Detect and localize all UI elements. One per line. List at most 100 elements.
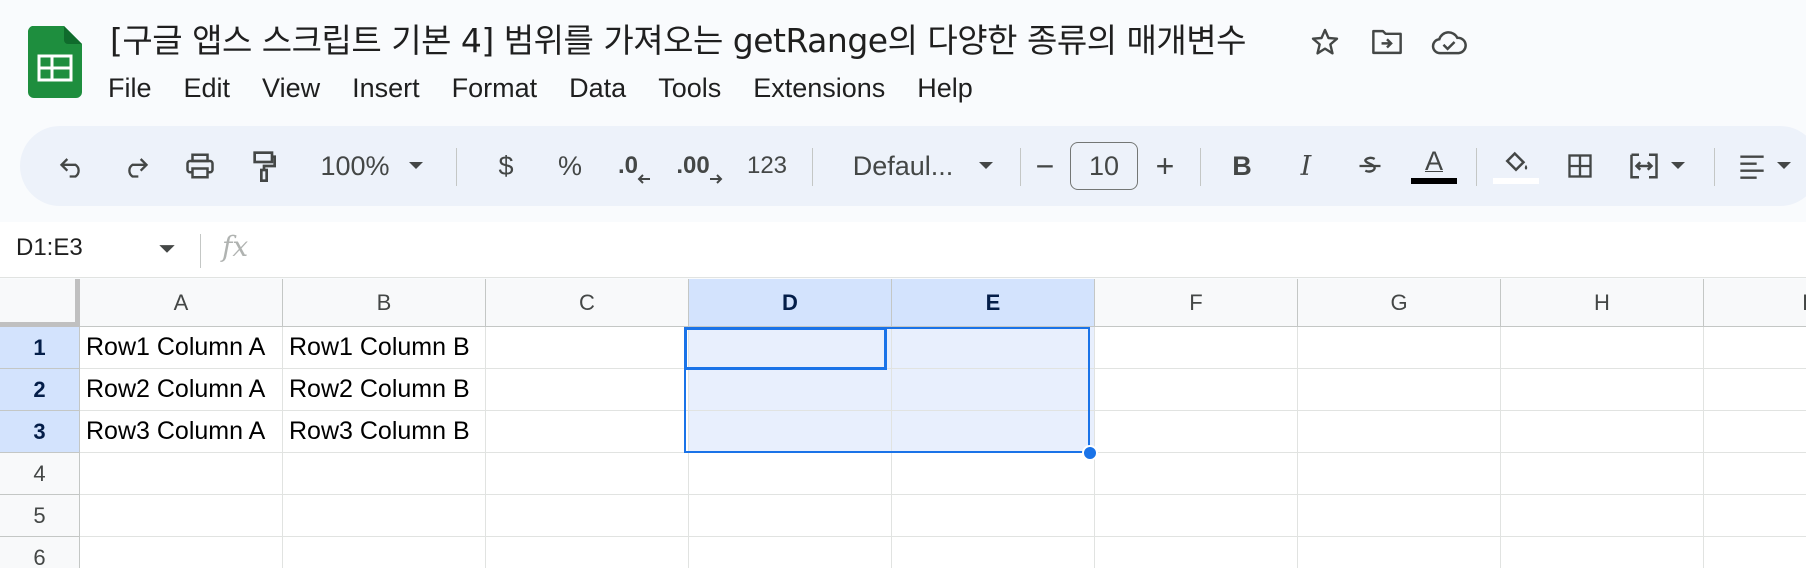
more-formats-button[interactable]: 123 bbox=[732, 126, 802, 206]
cloud-saved-icon[interactable] bbox=[1429, 22, 1469, 62]
menu-insert[interactable]: Insert bbox=[336, 68, 436, 108]
document-title[interactable]: [구글 앱스 스크립트 기본 4] 범위를 가져오는 getRange의 다양한… bbox=[110, 14, 1247, 62]
decrease-decimal-button[interactable]: .0 bbox=[610, 126, 660, 206]
move-folder-icon[interactable] bbox=[1367, 22, 1407, 62]
percent-format-button[interactable]: % bbox=[548, 126, 592, 206]
zoom-select[interactable]: 100% bbox=[310, 126, 400, 206]
currency-format-button[interactable]: $ bbox=[484, 126, 528, 206]
cell[interactable] bbox=[1704, 327, 1806, 369]
cell[interactable] bbox=[486, 537, 689, 568]
column-header[interactable]: G bbox=[1298, 279, 1501, 327]
cell[interactable] bbox=[892, 537, 1095, 568]
borders-icon[interactable] bbox=[1558, 126, 1602, 206]
cell[interactable] bbox=[1298, 327, 1501, 369]
column-header[interactable]: A bbox=[80, 279, 283, 327]
cell[interactable]: Row3 Column A bbox=[80, 411, 283, 453]
menu-view[interactable]: View bbox=[246, 68, 336, 108]
row-header[interactable]: 5 bbox=[0, 495, 80, 537]
merge-cells-icon[interactable] bbox=[1622, 126, 1666, 206]
font-family-select[interactable]: Defaul... bbox=[828, 126, 978, 206]
cell[interactable] bbox=[689, 327, 892, 369]
menu-edit[interactable]: Edit bbox=[168, 68, 247, 108]
cell[interactable] bbox=[892, 411, 1095, 453]
cell[interactable] bbox=[689, 537, 892, 568]
cell[interactable] bbox=[1095, 369, 1298, 411]
name-box[interactable]: D1:E3 bbox=[16, 234, 83, 262]
merge-chevron-down-icon[interactable] bbox=[1666, 126, 1690, 206]
column-header[interactable]: I bbox=[1704, 279, 1806, 327]
sheets-logo-icon[interactable] bbox=[27, 26, 83, 98]
column-header[interactable]: E bbox=[892, 279, 1095, 327]
select-all-corner[interactable] bbox=[0, 279, 80, 327]
cell[interactable] bbox=[1298, 411, 1501, 453]
cell[interactable]: Row1 Column A bbox=[80, 327, 283, 369]
italic-button[interactable]: I bbox=[1284, 126, 1328, 206]
cell[interactable] bbox=[1298, 453, 1501, 495]
cell[interactable] bbox=[486, 453, 689, 495]
cell[interactable] bbox=[1501, 327, 1704, 369]
cell[interactable] bbox=[1298, 369, 1501, 411]
cell[interactable] bbox=[1298, 537, 1501, 568]
cell[interactable] bbox=[1704, 537, 1806, 568]
column-header[interactable]: H bbox=[1501, 279, 1704, 327]
cell[interactable]: Row3 Column B bbox=[283, 411, 486, 453]
cell[interactable] bbox=[892, 453, 1095, 495]
menu-data[interactable]: Data bbox=[553, 68, 642, 108]
menu-tools[interactable]: Tools bbox=[642, 68, 737, 108]
cell[interactable] bbox=[689, 369, 892, 411]
cell[interactable] bbox=[486, 327, 689, 369]
cell[interactable]: Row2 Column B bbox=[283, 369, 486, 411]
cell[interactable] bbox=[80, 537, 283, 568]
cell[interactable] bbox=[1501, 537, 1704, 568]
cell[interactable] bbox=[1095, 327, 1298, 369]
cell[interactable]: Row2 Column A bbox=[80, 369, 283, 411]
paint-format-icon[interactable] bbox=[242, 126, 286, 206]
cell[interactable] bbox=[80, 495, 283, 537]
row-header[interactable]: 1 bbox=[0, 327, 80, 369]
font-chevron-down-icon[interactable] bbox=[974, 126, 998, 206]
cell[interactable] bbox=[486, 369, 689, 411]
menu-file[interactable]: File bbox=[92, 68, 168, 108]
cell[interactable] bbox=[283, 453, 486, 495]
star-icon[interactable] bbox=[1305, 22, 1345, 62]
cell[interactable] bbox=[1095, 453, 1298, 495]
column-header[interactable]: C bbox=[486, 279, 689, 327]
cell[interactable] bbox=[1704, 369, 1806, 411]
cell[interactable] bbox=[892, 327, 1095, 369]
undo-icon[interactable] bbox=[50, 126, 94, 206]
cell[interactable]: Row1 Column B bbox=[283, 327, 486, 369]
cell[interactable] bbox=[1501, 453, 1704, 495]
cell[interactable] bbox=[892, 495, 1095, 537]
cell[interactable] bbox=[892, 369, 1095, 411]
cell[interactable] bbox=[1095, 537, 1298, 568]
cell[interactable] bbox=[283, 537, 486, 568]
increase-font-size-button[interactable]: + bbox=[1150, 126, 1180, 206]
column-header[interactable]: F bbox=[1095, 279, 1298, 327]
align-chevron-down-icon[interactable] bbox=[1772, 126, 1796, 206]
cell[interactable] bbox=[1501, 495, 1704, 537]
row-header[interactable]: 2 bbox=[0, 369, 80, 411]
row-header[interactable]: 4 bbox=[0, 453, 80, 495]
cell[interactable] bbox=[283, 495, 486, 537]
fill-handle[interactable] bbox=[1082, 445, 1098, 461]
font-size-input[interactable]: 10 bbox=[1070, 142, 1138, 190]
cell[interactable] bbox=[1095, 411, 1298, 453]
column-header[interactable]: B bbox=[283, 279, 486, 327]
fill-color-icon[interactable] bbox=[1490, 126, 1542, 206]
row-header[interactable]: 6 bbox=[0, 537, 80, 568]
menu-extensions[interactable]: Extensions bbox=[737, 68, 901, 108]
cell[interactable] bbox=[486, 495, 689, 537]
cell[interactable] bbox=[1501, 411, 1704, 453]
cell[interactable] bbox=[689, 453, 892, 495]
print-icon[interactable] bbox=[178, 126, 222, 206]
column-header[interactable]: D bbox=[689, 279, 892, 327]
row-header[interactable]: 3 bbox=[0, 411, 80, 453]
bold-button[interactable]: B bbox=[1220, 126, 1264, 206]
cell[interactable] bbox=[689, 411, 892, 453]
increase-decimal-button[interactable]: .00 bbox=[670, 126, 730, 206]
cell[interactable] bbox=[1704, 411, 1806, 453]
menu-format[interactable]: Format bbox=[436, 68, 554, 108]
strikethrough-icon[interactable] bbox=[1348, 126, 1392, 206]
cell[interactable] bbox=[689, 495, 892, 537]
cell[interactable] bbox=[1298, 495, 1501, 537]
